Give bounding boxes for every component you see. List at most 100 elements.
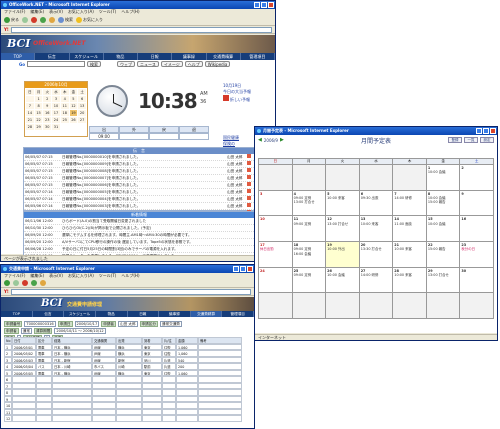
- day-cell[interactable]: 9: [460, 190, 494, 217]
- refresh-button[interactable]: [31, 279, 37, 287]
- message-row[interactable]: 06/05/07 07:15 日報管理No.[0000000007]を申請されまし…: [24, 175, 254, 182]
- schedule-event[interactable]: 09:00 定例: [294, 222, 325, 226]
- nav-tab[interactable]: 交通費精算: [190, 311, 223, 317]
- nav-tab[interactable]: 物品: [96, 311, 128, 317]
- home-button[interactable]: [49, 16, 55, 24]
- table-cell[interactable]: [92, 415, 116, 422]
- menu-item[interactable]: ツール(T): [99, 273, 117, 279]
- day-cell[interactable]: 8 10:00 会議 15:00 報告: [426, 190, 461, 217]
- nav-tab[interactable]: スケジュール: [70, 53, 104, 60]
- calendar-day[interactable]: 17: [52, 110, 60, 116]
- schedule-event[interactable]: 10:00 来客: [394, 273, 425, 277]
- message-row[interactable]: 06/05/07 07:15 日報管理No.[0000000009]を申請されまし…: [24, 161, 254, 168]
- attendance-button[interactable]: 外: [119, 126, 149, 133]
- portal-titlebar[interactable]: OfficeWork.NET - Microsoft Internet Expl…: [1, 1, 275, 9]
- refresh-button[interactable]: [40, 16, 46, 24]
- calendar-day[interactable]: 13: [78, 103, 86, 109]
- schedule-event[interactable]: 休日出勤: [260, 247, 291, 251]
- minimize-button[interactable]: [254, 2, 260, 8]
- attendance-button[interactable]: 戻: [149, 126, 179, 133]
- calendar-day[interactable]: 12: [69, 103, 78, 109]
- menu-item[interactable]: ヘルプ(H): [121, 273, 139, 279]
- calendar-day[interactable]: 22: [34, 117, 43, 123]
- maximize-button[interactable]: [483, 128, 489, 134]
- schedule-event[interactable]: 09:30 出張: [361, 196, 392, 200]
- maximize-button[interactable]: [240, 266, 246, 272]
- attendance-button[interactable]: 退: [179, 126, 209, 133]
- yahoo-search-input[interactable]: [10, 288, 251, 295]
- calendar-day[interactable]: 25: [60, 117, 69, 123]
- calendar-day[interactable]: 23: [43, 117, 52, 123]
- day-cell[interactable]: 28 10:00 来客: [393, 267, 427, 294]
- calendar-day[interactable]: 27: [78, 117, 86, 123]
- news-row[interactable]: 06/06/28 12:00 予定の日に付日5月25日の時間割(3回)のみでサーバ…: [24, 246, 254, 253]
- day-cell[interactable]: 12 13:00 打合せ: [326, 216, 360, 242]
- schedule-event[interactable]: 10:00 会議: [327, 273, 358, 277]
- stop-button[interactable]: [31, 16, 37, 24]
- schedule-event[interactable]: 10:00 来客: [361, 222, 392, 226]
- day-cell[interactable]: 16: [460, 216, 494, 242]
- day-cell[interactable]: 26 10:00 会議: [326, 267, 360, 294]
- attendance-button[interactable]: 出: [89, 126, 119, 133]
- menu-item[interactable]: ヘルプ(H): [121, 9, 139, 15]
- nav-tab[interactable]: 物品: [104, 53, 138, 60]
- calendar-day[interactable]: 5: [69, 96, 78, 102]
- calendar-day[interactable]: 19: [69, 110, 78, 116]
- schedule-button[interactable]: 登録: [448, 137, 462, 143]
- calendar-day[interactable]: 9: [43, 103, 52, 109]
- form-field[interactable]: 2006/10/11 〜 2006/10/12: [54, 327, 106, 334]
- nav-tab[interactable]: 管理項目: [222, 311, 254, 317]
- day-cell[interactable]: 6 09:30 出張: [359, 190, 394, 217]
- forward-button[interactable]: [13, 279, 19, 287]
- schedule-event[interactable]: 秋分の日: [461, 247, 492, 251]
- news-row[interactable]: 06/09/20 12:00 A/Vサーバ1にてCPU移行の操作の後 遅延していま…: [24, 239, 254, 246]
- message-row[interactable]: 06/05/07 07:15 日報管理No.[0000000006]を申請されまし…: [24, 182, 254, 189]
- calendar-day[interactable]: 15: [34, 110, 43, 116]
- minimize-button[interactable]: [476, 128, 482, 134]
- nav-tab[interactable]: 交通費精算: [207, 53, 241, 60]
- close-button[interactable]: [490, 128, 496, 134]
- menu-item[interactable]: ツール(T): [99, 9, 117, 15]
- nav-tab[interactable]: 議事録: [159, 311, 191, 317]
- table-cell[interactable]: [142, 415, 162, 422]
- table-cell[interactable]: [176, 415, 198, 422]
- nav-tab[interactable]: TOP: [1, 311, 33, 317]
- attendance-return-value[interactable]: [149, 133, 179, 140]
- day-cell[interactable]: 30: [460, 267, 494, 294]
- menu-item[interactable]: ファイル(F): [4, 9, 25, 15]
- schedule-event[interactable]: 13:30 打合せ: [361, 247, 392, 251]
- day-cell[interactable]: 21 10:00 来客: [393, 241, 427, 268]
- calendar-day[interactable]: 29: [34, 124, 43, 130]
- calendar-day[interactable]: 8: [34, 103, 43, 109]
- news-row[interactable]: 06/10/30 12:00 ひらひらOI(C-2)(B)が掲示板で公開されました…: [24, 225, 254, 232]
- favorites-button[interactable]: お気に入り: [76, 16, 103, 24]
- day-cell[interactable]: 10: [259, 216, 293, 242]
- calendar-day[interactable]: 2: [43, 96, 52, 102]
- calendar-day[interactable]: 7: [26, 103, 34, 109]
- nav-tab[interactable]: 管理項目: [241, 53, 275, 60]
- form-field[interactable]: 山田 太郎: [118, 320, 138, 327]
- message-row[interactable]: 06/05/07 07:15 日報管理No.[0000000010]を申請されまし…: [24, 154, 254, 161]
- day-cell[interactable]: 24: [259, 267, 293, 294]
- web-search-input[interactable]: [27, 61, 86, 67]
- search-button[interactable]: 検索: [58, 16, 73, 24]
- news-row[interactable]: 06/11/06 12:00 ひらボード(A-0)の割当て受取開催日変更されました: [24, 218, 254, 225]
- menu-item[interactable]: 表示(V): [49, 273, 63, 279]
- schedule-event[interactable]: 11:00 面談: [394, 222, 425, 226]
- message-row[interactable]: 06/05/07 07:14 日報管理No.[0000000004]を申請されまし…: [24, 196, 254, 203]
- calendar-day[interactable]: 21: [26, 117, 34, 123]
- schedule-event[interactable]: 10:00 会議: [428, 170, 459, 174]
- schedule-event[interactable]: 09:00 定例: [294, 273, 325, 277]
- calendar-day[interactable]: 24: [52, 117, 60, 123]
- menu-item[interactable]: 編集(E): [30, 9, 44, 15]
- calendar-day[interactable]: 10: [52, 103, 60, 109]
- calendar-day[interactable]: 16: [43, 110, 52, 116]
- minimize-button[interactable]: [233, 266, 239, 272]
- search-submit-button[interactable]: 検索: [87, 61, 102, 67]
- day-cell[interactable]: 27 14:00 研修: [359, 267, 394, 294]
- schedule-event[interactable]: 14:00 研修: [361, 273, 392, 277]
- attendance-in-value[interactable]: 09:00: [89, 133, 119, 140]
- menu-item[interactable]: お気に入り(A): [68, 273, 94, 279]
- nav-tab[interactable]: 伝言: [35, 53, 70, 60]
- form-field[interactable]: 2006/10/17: [74, 320, 100, 327]
